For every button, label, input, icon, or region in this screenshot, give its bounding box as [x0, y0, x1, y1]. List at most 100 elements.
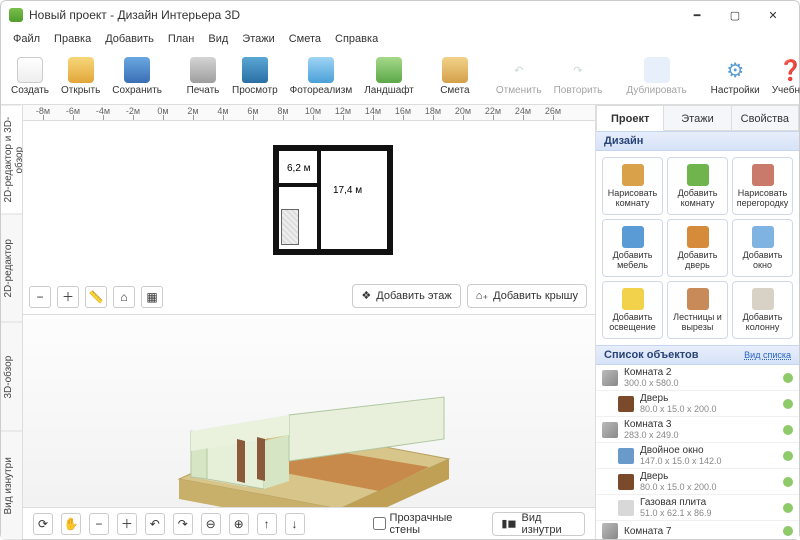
- tb-estimate[interactable]: Смета: [432, 55, 478, 98]
- visibility-icon[interactable]: [783, 526, 793, 536]
- maximize-button[interactable]: ▢: [717, 3, 753, 27]
- menubar: Файл Правка Добавить План Вид Этажи Смет…: [1, 29, 799, 49]
- minimize-button[interactable]: ━: [679, 3, 715, 27]
- close-button[interactable]: ✕: [755, 3, 791, 27]
- object-name: Комната 3: [624, 419, 679, 430]
- pan-icon[interactable]: ✋: [61, 513, 81, 535]
- zoom-out-icon[interactable]: −: [29, 286, 51, 308]
- tb-new[interactable]: Создать: [5, 55, 55, 98]
- object-item[interactable]: Газовая плита51.0 x 62.1 x 86.9: [596, 495, 799, 521]
- orbit-right-icon[interactable]: ↷: [173, 513, 193, 535]
- toolbar: Создать Открыть Сохранить Печать Просмот…: [1, 49, 799, 105]
- tilt-down-icon[interactable]: ⊕: [229, 513, 249, 535]
- design-card-7[interactable]: Лестницы и вырезы: [667, 281, 728, 339]
- menu-estimate[interactable]: Смета: [283, 31, 327, 47]
- grid-icon[interactable]: ▦: [141, 286, 163, 308]
- tb-preview[interactable]: Просмотр: [226, 55, 284, 98]
- design-card-4[interactable]: Добавить дверь: [667, 219, 728, 277]
- sidetab-inside[interactable]: Вид изнутри: [1, 431, 22, 540]
- sidetab-2d[interactable]: 2D-редактор: [1, 214, 22, 323]
- ruler-icon[interactable]: 📏: [85, 286, 107, 308]
- visibility-icon[interactable]: [783, 477, 793, 487]
- rtab-floors[interactable]: Этажи: [664, 105, 731, 131]
- design-card-icon: [687, 288, 709, 310]
- object-item[interactable]: Комната 7: [596, 521, 799, 539]
- design-card-6[interactable]: Добавить освещение: [602, 281, 663, 339]
- tb-redo[interactable]: ↷Повторить: [548, 55, 609, 98]
- object-item[interactable]: Двойное окно147.0 x 15.0 x 142.0: [596, 443, 799, 469]
- tb-settings[interactable]: ⚙Настройки: [705, 55, 766, 98]
- object-item[interactable]: Комната 2300.0 x 580.0: [596, 365, 799, 391]
- inside-view-button[interactable]: ▮◼Вид изнутри: [492, 512, 585, 536]
- visibility-icon[interactable]: [783, 373, 793, 383]
- tb-duplicate[interactable]: Дублировать: [620, 55, 692, 98]
- object-dims: 300.0 x 580.0: [624, 378, 679, 388]
- view-3d[interactable]: [23, 315, 595, 508]
- object-thumb: [602, 422, 618, 438]
- plan-label-small: 6,2 м: [287, 163, 311, 174]
- rotate360-icon[interactable]: ⟳: [33, 513, 53, 535]
- add-roof-button[interactable]: ⌂₊Добавить крышу: [467, 284, 587, 308]
- plan-2d[interactable]: 6,2 м 17,4 м − ＋ 📏 ⌂ ▦ ❖Добавить этаж ⌂₊…: [23, 121, 595, 315]
- visibility-icon[interactable]: [783, 425, 793, 435]
- tilt-up-icon[interactable]: ⊖: [201, 513, 221, 535]
- menu-edit[interactable]: Правка: [48, 31, 97, 47]
- design-card-0[interactable]: Нарисовать комнату: [602, 157, 663, 215]
- zoom-out-3d-icon[interactable]: −: [89, 513, 109, 535]
- zoom-in-3d-icon[interactable]: ＋: [117, 513, 137, 535]
- design-card-label: Нарисовать комнату: [605, 189, 660, 209]
- tb-open[interactable]: Открыть: [55, 55, 106, 98]
- list-mode-link[interactable]: Вид списка: [744, 350, 791, 360]
- object-name: Двойное окно: [640, 445, 722, 456]
- tb-photorealism[interactable]: Фотореализм: [284, 55, 359, 98]
- visibility-icon[interactable]: [783, 451, 793, 461]
- menu-file[interactable]: Файл: [7, 31, 46, 47]
- visibility-icon[interactable]: [783, 503, 793, 513]
- zoom-in-icon[interactable]: ＋: [57, 286, 79, 308]
- tb-print[interactable]: Печать: [180, 55, 226, 98]
- tb-tutorial[interactable]: ❓Учебник: [766, 55, 800, 98]
- menu-plan[interactable]: План: [162, 31, 201, 47]
- design-card-5[interactable]: Добавить окно: [732, 219, 793, 277]
- transparent-walls-checkbox[interactable]: Прозрачные стены: [373, 512, 475, 536]
- tb-undo[interactable]: ↶Отменить: [490, 55, 548, 98]
- design-card-icon: [622, 288, 644, 310]
- lift-up-icon[interactable]: ↑: [257, 513, 277, 535]
- object-item[interactable]: Дверь80.0 x 15.0 x 200.0: [596, 469, 799, 495]
- object-dims: 80.0 x 15.0 x 200.0: [640, 404, 717, 414]
- tb-save[interactable]: Сохранить: [106, 55, 168, 98]
- menu-floors[interactable]: Этажи: [236, 31, 280, 47]
- object-thumb: [618, 500, 634, 516]
- design-card-icon: [687, 164, 709, 186]
- orbit-left-icon[interactable]: ↶: [145, 513, 165, 535]
- design-card-8[interactable]: Добавить колонну: [732, 281, 793, 339]
- design-card-icon: [752, 164, 774, 186]
- lift-down-icon[interactable]: ↓: [285, 513, 305, 535]
- object-name: Дверь: [640, 471, 717, 482]
- window-title: Новый проект - Дизайн Интерьера 3D: [9, 8, 679, 22]
- plan-tools: − ＋ 📏 ⌂ ▦: [29, 286, 163, 308]
- sidetab-2d3d[interactable]: 2D-редактор и 3D-обзор: [1, 105, 22, 214]
- menu-add[interactable]: Добавить: [99, 31, 160, 47]
- menu-help[interactable]: Справка: [329, 31, 384, 47]
- design-card-icon: [622, 164, 644, 186]
- layers-icon: ❖: [361, 289, 371, 302]
- object-thumb: [618, 474, 634, 490]
- ruler-horizontal: -8м-6м-4м-2м0м2м4м6м8м10м12м14м16м18м20м…: [23, 105, 595, 121]
- rtab-properties[interactable]: Свойства: [732, 105, 799, 131]
- object-thumb: [618, 396, 634, 412]
- design-card-3[interactable]: Добавить мебель: [602, 219, 663, 277]
- object-item[interactable]: Комната 3283.0 x 249.0: [596, 417, 799, 443]
- object-name: Газовая плита: [640, 497, 712, 508]
- design-grid: Нарисовать комнату Добавить комнатуНарисо…: [596, 151, 799, 345]
- add-floor-button[interactable]: ❖Добавить этаж: [352, 284, 460, 308]
- design-card-2[interactable]: Нарисовать перегородку: [732, 157, 793, 215]
- sidetab-3d[interactable]: 3D-обзор: [1, 322, 22, 431]
- home-icon[interactable]: ⌂: [113, 286, 135, 308]
- design-card-1[interactable]: Добавить комнату: [667, 157, 728, 215]
- menu-view[interactable]: Вид: [202, 31, 234, 47]
- visibility-icon[interactable]: [783, 399, 793, 409]
- rtab-project[interactable]: Проект: [596, 105, 664, 131]
- tb-landscape[interactable]: Ландшафт: [358, 55, 420, 98]
- object-item[interactable]: Дверь80.0 x 15.0 x 200.0: [596, 391, 799, 417]
